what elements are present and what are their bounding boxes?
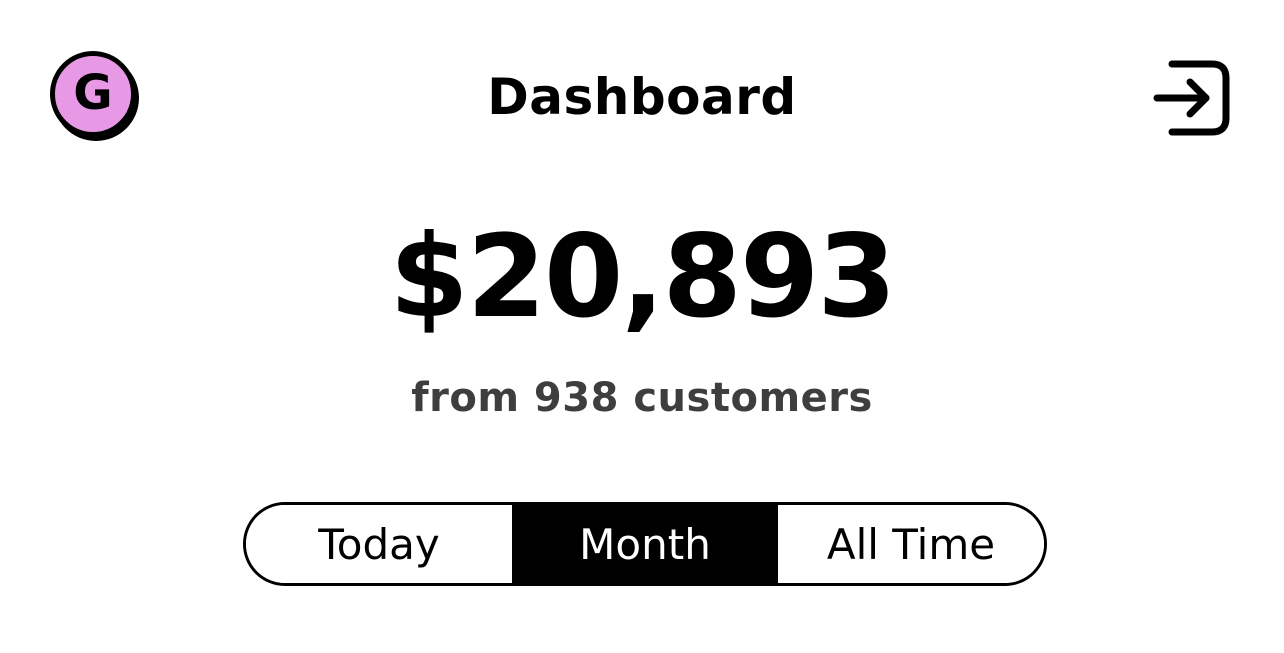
range-option-all-time[interactable]: All Time — [778, 505, 1044, 583]
time-range-selector: Today Month All Time — [243, 502, 1047, 586]
page-title: Dashboard — [487, 68, 797, 126]
customer-count-label: from 938 customers — [411, 375, 873, 421]
range-option-today[interactable]: Today — [246, 505, 512, 583]
range-option-month[interactable]: Month — [512, 505, 778, 583]
login-button[interactable] — [1150, 58, 1234, 138]
revenue-amount: $20,893 — [389, 210, 896, 343]
login-arrow-icon — [1153, 60, 1230, 136]
dashboard-screen: G Dashboard $20,893 from 938 customers T… — [0, 0, 1284, 653]
